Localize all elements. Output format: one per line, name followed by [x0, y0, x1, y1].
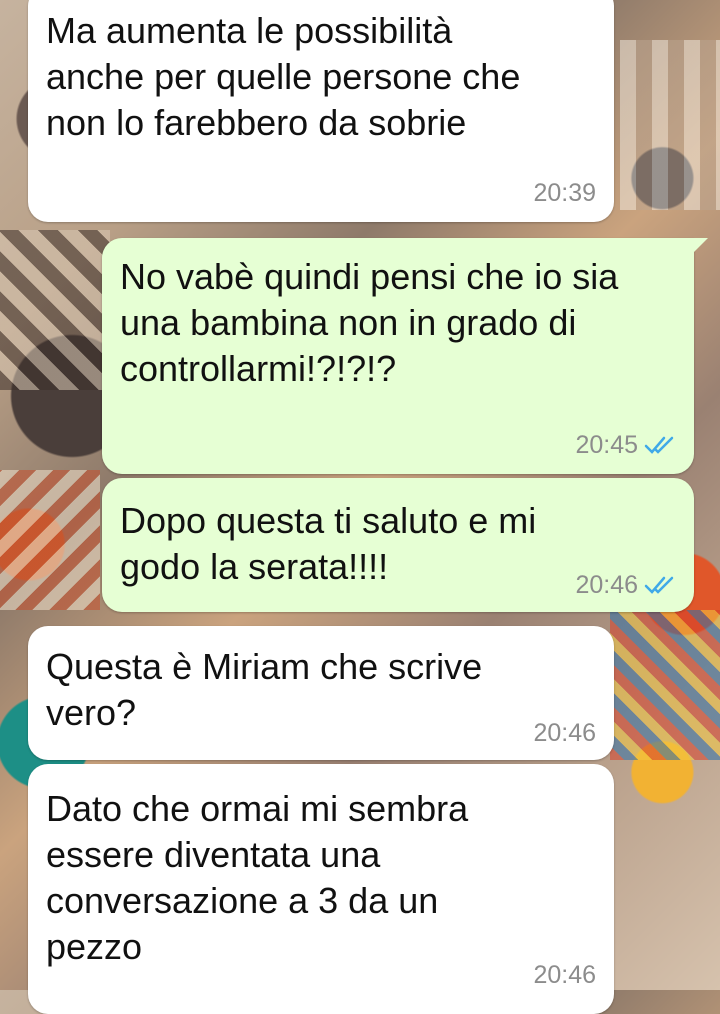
message-bubble-outgoing[interactable]: Dopo questa ti saluto e mi godo la serat… [102, 478, 694, 612]
double-check-icon [644, 576, 674, 594]
message-bubble-incoming[interactable]: Dato che ormai mi sembra essere diventat… [28, 764, 614, 1014]
message-time: 20:46 [575, 571, 638, 599]
message-text: Dopo questa ti saluto e mi godo la serat… [120, 500, 537, 587]
message-text: Dato che ormai mi sembra essere diventat… [46, 788, 469, 967]
wallpaper-patch [610, 610, 720, 760]
wallpaper-patch [0, 470, 100, 610]
wallpaper-patch [620, 40, 720, 210]
message-time: 20:46 [533, 719, 596, 747]
message-meta: 20:46 [533, 718, 596, 748]
message-time: 20:39 [533, 179, 596, 207]
message-meta: 20:46 [575, 570, 676, 600]
message-time: 20:46 [533, 961, 596, 989]
double-check-icon [644, 436, 674, 454]
message-text: Ma aumenta le possibilità anche per quel… [46, 10, 521, 143]
message-text: Questa è Miriam che scrive vero? [46, 646, 483, 733]
message-time: 20:45 [575, 431, 638, 459]
message-meta: 20:46 [533, 960, 596, 990]
message-meta: 20:45 [575, 430, 676, 460]
bubble-tail [690, 238, 708, 256]
message-meta: 20:39 [533, 178, 596, 208]
message-bubble-outgoing[interactable]: No vabè quindi pensi che io sia una bamb… [102, 238, 708, 474]
message-text: No vabè quindi pensi che io sia una bamb… [120, 256, 619, 389]
wallpaper-patch [0, 230, 110, 390]
message-bubble-incoming[interactable]: Ma aumenta le possibilità anche per quel… [28, 0, 614, 222]
message-bubble-incoming[interactable]: Questa è Miriam che scrive vero? 20:46 [28, 626, 614, 760]
